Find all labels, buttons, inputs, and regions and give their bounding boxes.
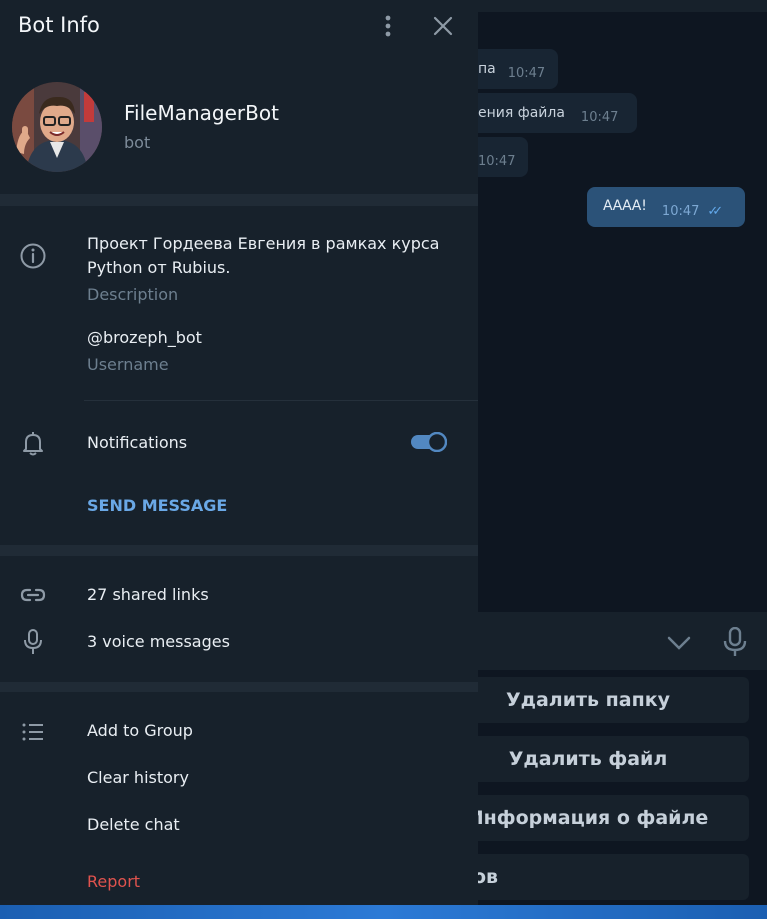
message-text: ения файла — [478, 105, 565, 121]
more-vertical-icon[interactable] — [379, 14, 397, 38]
message-time: 10:47 — [580, 109, 619, 125]
section-separator — [0, 682, 478, 692]
microphone-icon[interactable] — [723, 627, 747, 657]
message-text: па — [478, 61, 496, 77]
report-item[interactable]: Report — [87, 870, 140, 894]
bot-name: FileManagerBot — [124, 101, 279, 125]
message-time: 10:47 — [507, 65, 546, 81]
clear-history-item[interactable]: Clear history — [87, 766, 189, 790]
read-ticks-icon: ✓✓ — [707, 203, 723, 219]
close-icon[interactable] — [433, 16, 453, 36]
username-text[interactable]: @brozeph_bot — [87, 326, 202, 350]
delete-chat-item[interactable]: Delete chat — [87, 813, 180, 837]
section-separator — [0, 545, 478, 556]
bot-info-panel: Bot Info FileManagerBot bot Проект Горде… — [0, 0, 478, 905]
os-taskbar — [0, 905, 767, 919]
message-time: 10:47 — [478, 153, 516, 169]
section-separator — [0, 194, 478, 206]
send-message-button[interactable]: SEND MESSAGE — [87, 496, 227, 515]
notifications-toggle[interactable] — [411, 432, 447, 452]
description-label: Description — [87, 285, 179, 304]
username-label: Username — [87, 355, 169, 374]
notifications-label: Notifications — [87, 433, 188, 452]
divider — [84, 400, 478, 401]
description-text: Проект Гордеева Евгения в рамках курса — [87, 234, 440, 253]
message-text: АААА! — [603, 198, 647, 214]
voice-messages-item[interactable]: 3 voice messages — [87, 630, 230, 654]
microphone-icon — [24, 629, 42, 654]
list-icon — [22, 723, 43, 741]
link-icon — [20, 588, 46, 602]
bell-icon — [23, 432, 43, 456]
bot-avatar[interactable] — [12, 82, 102, 172]
info-icon — [20, 243, 46, 269]
panel-title: Bot Info — [18, 13, 100, 37]
add-to-group-item[interactable]: Add to Group — [87, 719, 193, 743]
chevron-down-icon[interactable] — [666, 630, 692, 656]
shared-links-item[interactable]: 27 shared links — [87, 583, 209, 607]
message-time: 10:47 — [661, 203, 700, 219]
description-text: Python от Rubius. — [87, 258, 231, 277]
message-bubble-outgoing[interactable]: АААА! 10:47 ✓✓ — [587, 187, 745, 227]
bot-type-label: bot — [124, 133, 151, 152]
